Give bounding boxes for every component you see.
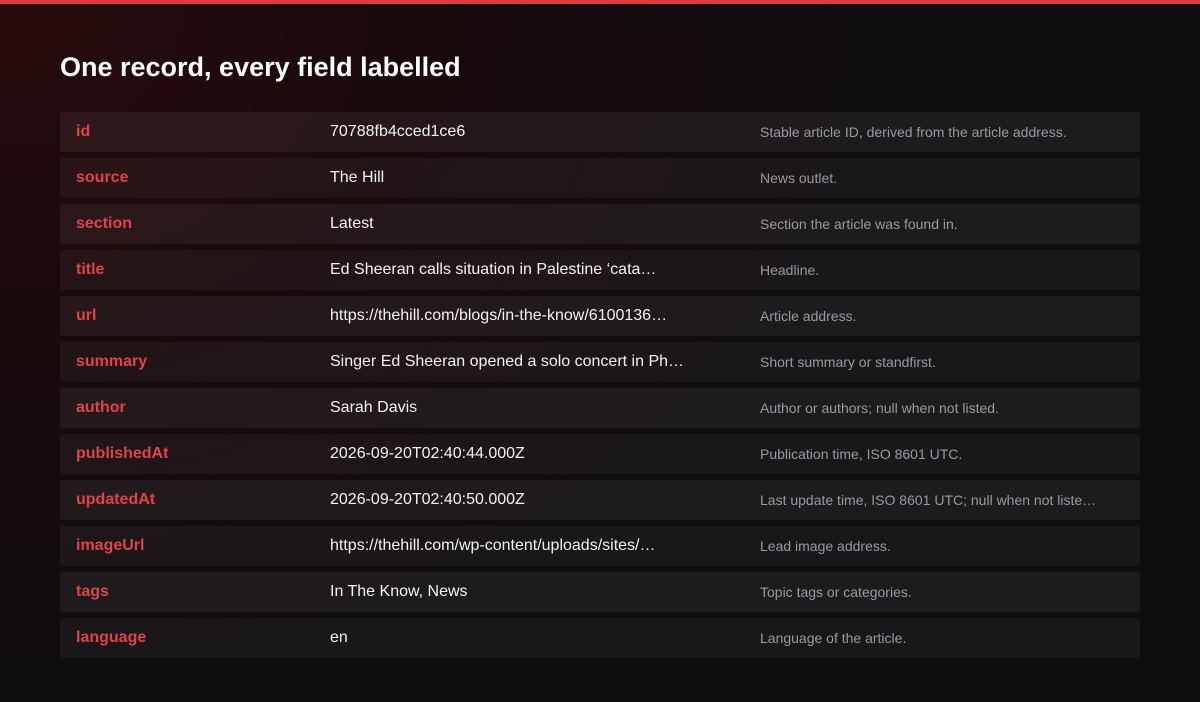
field-description: Stable article ID, derived from the arti… [760, 124, 1067, 140]
top-accent-bar [0, 0, 1200, 4]
field-value: 2026-09-20T02:40:44.000Z [330, 445, 525, 462]
field-description: Topic tags or categories. [760, 584, 912, 600]
field-value: 70788fb4cced1ce6 [330, 123, 466, 140]
table-row: section Latest Section the article was f… [60, 204, 1140, 244]
table-row: author Sarah Davis Author or authors; nu… [60, 388, 1140, 428]
field-value: In The Know, News [330, 583, 468, 600]
table-row: source The Hill News outlet. [60, 158, 1140, 198]
field-name: updatedAt [76, 491, 156, 508]
field-value: en [330, 629, 348, 646]
field-description: Lead image address. [760, 538, 891, 554]
page-title: One record, every field labelled [60, 52, 461, 82]
field-value: https://thehill.com/wp-content/uploads/s… [330, 537, 656, 554]
field-description: Author or authors; null when not listed. [760, 400, 999, 416]
field-description: News outlet. [760, 170, 838, 186]
field-name: url [76, 307, 97, 324]
table-row: tags In The Know, News Topic tags or cat… [60, 572, 1140, 612]
field-description: Section the article was found in. [760, 216, 958, 232]
field-value: Ed Sheeran calls situation in Palestine … [330, 261, 657, 278]
table-row: url https://thehill.com/blogs/in-the-kno… [60, 296, 1140, 336]
field-value: Sarah Davis [330, 399, 418, 416]
field-description: Headline. [760, 262, 820, 278]
field-name: author [76, 399, 126, 416]
field-value: Latest [330, 215, 374, 232]
field-value: Singer Ed Sheeran opened a solo concert … [330, 353, 685, 370]
field-description: Short summary or standfirst. [760, 354, 936, 370]
field-name: id [76, 123, 91, 140]
field-name: tags [76, 583, 109, 600]
field-description: Language of the article. [760, 630, 907, 646]
field-name: summary [76, 353, 148, 370]
table-row: updatedAt 2026-09-20T02:40:50.000Z Last … [60, 480, 1140, 520]
field-description: Publication time, ISO 8601 UTC. [760, 446, 963, 462]
record-fields-table: id 70788fb4cced1ce6 Stable article ID, d… [60, 112, 1140, 664]
field-name: language [76, 629, 147, 646]
field-value: https://thehill.com/blogs/in-the-know/61… [330, 307, 668, 324]
table-row: publishedAt 2026-09-20T02:40:44.000Z Pub… [60, 434, 1140, 474]
table-row: imageUrl https://thehill.com/wp-content/… [60, 526, 1140, 566]
table-row: title Ed Sheeran calls situation in Pale… [60, 250, 1140, 290]
field-description: Last update time, ISO 8601 UTC; null whe… [760, 492, 1097, 508]
field-name: title [76, 261, 105, 278]
field-value: The Hill [330, 169, 385, 186]
field-name: publishedAt [76, 445, 169, 462]
table-row: summary Singer Ed Sheeran opened a solo … [60, 342, 1140, 382]
field-name: section [76, 215, 133, 232]
field-name: source [76, 169, 129, 186]
table-row: language en Language of the article. [60, 618, 1140, 658]
field-name: imageUrl [76, 537, 145, 554]
field-value: 2026-09-20T02:40:50.000Z [330, 491, 525, 508]
field-description: Article address. [760, 308, 857, 324]
table-row: id 70788fb4cced1ce6 Stable article ID, d… [60, 112, 1140, 152]
